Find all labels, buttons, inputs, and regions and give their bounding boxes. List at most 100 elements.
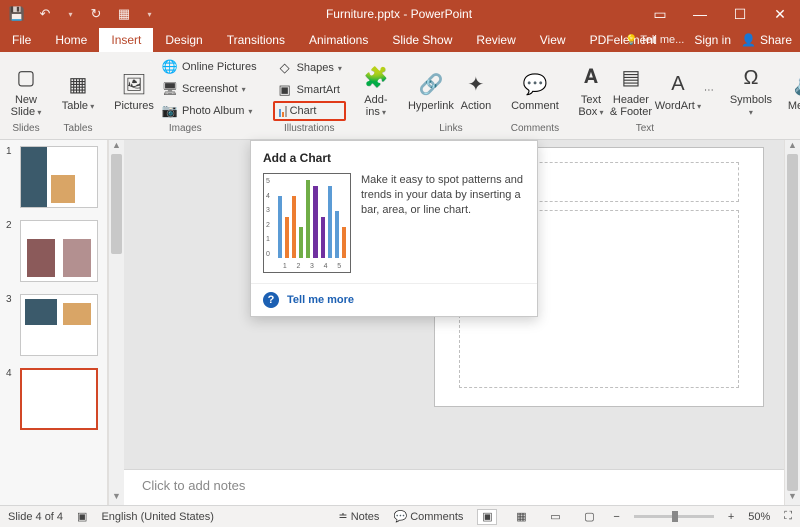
- tab-home[interactable]: Home: [43, 28, 99, 52]
- tab-review[interactable]: Review: [464, 28, 527, 52]
- zoom-out-button[interactable]: −: [613, 511, 619, 523]
- scroll-thumb[interactable]: [111, 154, 122, 254]
- screenshot-icon: 🖥: [162, 81, 178, 97]
- ribbon-tabs: File Home Insert Design Transitions Anim…: [0, 28, 800, 52]
- slideshow-view-icon[interactable]: ▢: [579, 509, 599, 525]
- sorter-view-icon[interactable]: ▦: [511, 509, 531, 525]
- table-icon: ▦: [64, 70, 92, 98]
- chart-tooltip: Add a Chart 543210 12345 Make it easy to…: [250, 140, 538, 317]
- new-slide-button[interactable]: ▢ New Slide: [6, 60, 46, 118]
- tab-slideshow[interactable]: Slide Show: [380, 28, 464, 52]
- ribbon-options-icon[interactable]: ▭: [640, 0, 680, 28]
- quick-access-toolbar: 💾 ↶ ▾ ↻ ▦ ▾: [0, 3, 158, 25]
- tab-design[interactable]: Design: [153, 28, 214, 52]
- pictures-button[interactable]: 🖼 Pictures: [110, 66, 158, 112]
- smartart-button[interactable]: ▣SmartArt: [273, 79, 346, 101]
- addins-button[interactable]: 🧩 Add- ins: [358, 60, 394, 118]
- undo-icon[interactable]: ↶: [34, 3, 56, 25]
- fit-to-window-icon[interactable]: ⛶: [784, 510, 792, 523]
- notes-pane[interactable]: Click to add notes: [124, 469, 784, 505]
- minimize-icon[interactable]: —: [680, 0, 720, 28]
- language-indicator[interactable]: English (United States): [101, 511, 214, 523]
- table-button[interactable]: ▦ Table: [58, 66, 98, 112]
- illustrations-group-label: Illustrations: [267, 123, 352, 139]
- comments-toggle[interactable]: 💬 Comments: [393, 510, 463, 523]
- tab-insert[interactable]: Insert: [99, 28, 153, 52]
- tab-file[interactable]: File: [0, 28, 43, 52]
- ribbon: ▢ New Slide Slides ▦ Table Tables 🖼 Pict…: [0, 52, 800, 140]
- scroll-up-icon[interactable]: ▲: [785, 140, 800, 154]
- smartart-icon: ▣: [277, 82, 293, 98]
- links-group-label: Links: [400, 123, 502, 139]
- window-controls: ▭ — ☐ ✕: [640, 0, 800, 28]
- chart-icon: [279, 105, 287, 117]
- pictures-label: Pictures: [114, 100, 154, 112]
- textbox-button[interactable]: 𝐀Text Box: [574, 60, 608, 118]
- online-pictures-button[interactable]: 🌐Online Pictures: [158, 56, 261, 78]
- action-button[interactable]: ✦Action: [456, 66, 496, 112]
- thumbnail-4[interactable]: 4: [6, 368, 101, 430]
- qat-customize-icon[interactable]: ▾: [141, 10, 158, 19]
- pictures-icon: 🖼: [120, 70, 148, 98]
- canvas-scrollbar[interactable]: ▲ ▼: [784, 140, 800, 505]
- tab-view[interactable]: View: [528, 28, 578, 52]
- scroll-down-icon[interactable]: ▼: [785, 491, 800, 505]
- table-label: Table: [62, 100, 95, 112]
- scroll-up-icon[interactable]: ▲: [109, 140, 124, 154]
- close-icon[interactable]: ✕: [760, 0, 800, 28]
- normal-view-icon[interactable]: ▣: [477, 509, 497, 525]
- action-icon: ✦: [462, 70, 490, 98]
- tables-group-label: Tables: [52, 123, 104, 139]
- slides-group-label: Slides: [0, 123, 52, 139]
- comments-group-label: Comments: [502, 123, 568, 139]
- hyperlink-button[interactable]: 🔗Hyperlink: [406, 66, 456, 112]
- photo-album-button[interactable]: 📷Photo Album: [158, 100, 261, 122]
- textbox-icon: 𝐀: [577, 64, 605, 92]
- images-group-label: Images: [104, 123, 267, 139]
- wordart-icon: A: [664, 70, 692, 98]
- thumbnail-2[interactable]: 2: [6, 220, 101, 282]
- share-button[interactable]: 👤 Share: [741, 33, 792, 47]
- hyperlink-icon: 🔗: [417, 70, 445, 98]
- photo-album-icon: 📷: [162, 103, 178, 119]
- window-title: Furniture.pptx - PowerPoint: [158, 7, 640, 21]
- comment-button[interactable]: 💬Comment: [508, 66, 562, 112]
- text-group-label: Text: [568, 123, 722, 139]
- undo-dropdown-icon[interactable]: ▾: [62, 10, 79, 19]
- thumbnails-scrollbar[interactable]: ▲ ▼: [108, 140, 124, 505]
- thumbnail-3[interactable]: 3: [6, 294, 101, 356]
- media-icon: 🔊: [792, 70, 800, 98]
- start-from-beginning-icon[interactable]: ▦: [113, 3, 135, 25]
- redo-icon[interactable]: ↻: [85, 3, 107, 25]
- screenshot-button[interactable]: 🖥Screenshot: [158, 78, 261, 100]
- tooltip-title: Add a Chart: [251, 141, 537, 169]
- maximize-icon[interactable]: ☐: [720, 0, 760, 28]
- header-footer-button[interactable]: ▤Header & Footer: [608, 60, 654, 118]
- tell-me-more-label: Tell me more: [287, 294, 354, 306]
- tell-me-more-link[interactable]: ? Tell me more: [251, 283, 537, 316]
- text-more-button[interactable]: ⋯: [702, 72, 716, 106]
- save-icon[interactable]: 💾: [6, 3, 28, 25]
- zoom-in-button[interactable]: +: [728, 511, 734, 523]
- zoom-slider[interactable]: [634, 515, 714, 518]
- scroll-down-icon[interactable]: ▼: [109, 491, 124, 505]
- zoom-level[interactable]: 50%: [748, 511, 770, 523]
- reading-view-icon[interactable]: ▭: [545, 509, 565, 525]
- shapes-button[interactable]: ◇Shapes: [273, 57, 346, 79]
- tab-transitions[interactable]: Transitions: [215, 28, 297, 52]
- tab-animations[interactable]: Animations: [297, 28, 380, 52]
- notes-toggle[interactable]: ≐ Notes: [338, 510, 379, 523]
- tooltip-description: Make it easy to spot patterns and trends…: [361, 173, 525, 273]
- addins-label: Add- ins: [364, 94, 387, 118]
- status-bar: Slide 4 of 4 ▣ English (United States) ≐…: [0, 505, 800, 527]
- chart-button[interactable]: Chart: [273, 101, 346, 121]
- sign-in-link[interactable]: Sign in: [694, 33, 731, 47]
- thumbnail-1[interactable]: 1: [6, 146, 101, 208]
- media-button[interactable]: 🔊Media: [786, 66, 800, 112]
- symbols-button[interactable]: ΩSymbols: [728, 60, 774, 118]
- comment-icon: 💬: [521, 70, 549, 98]
- spellcheck-icon[interactable]: ▣: [77, 510, 87, 523]
- scroll-thumb[interactable]: [787, 154, 798, 491]
- slide-indicator[interactable]: Slide 4 of 4: [8, 511, 63, 523]
- tell-me-search[interactable]: Tell me...: [625, 34, 684, 46]
